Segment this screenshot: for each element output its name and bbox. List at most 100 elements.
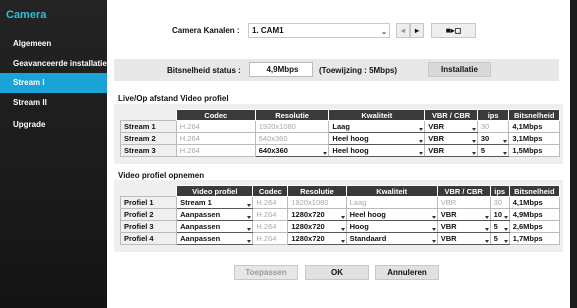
video-profile-select[interactable]: Stream 1	[176, 196, 254, 209]
mode-select[interactable]: VBR	[424, 132, 478, 145]
header-vbr-cbr: VBR / CBR	[424, 109, 478, 121]
codec-cell: H.264	[252, 196, 289, 209]
profile-name: Profiel 3	[119, 220, 178, 233]
quality-select[interactable]: Hoog	[345, 220, 438, 233]
sidebar-item-stream-1[interactable]: Stream I	[0, 73, 107, 93]
sidebar-item-geavanceerde-installatie[interactable]: Geavanceerde installatie	[0, 54, 107, 74]
camera-channel-value: 1. CAM1	[252, 26, 284, 35]
video-profile-select[interactable]: Aanpassen	[176, 232, 254, 245]
ips-select[interactable]: 10	[489, 208, 510, 221]
codec-cell: H.264	[175, 120, 256, 133]
next-channel-button[interactable]: ▸	[410, 23, 424, 38]
bitrate-status-value: 4,9Mbps	[249, 62, 313, 77]
sidebar-item-stream-2[interactable]: Stream II	[0, 93, 107, 113]
sidebar-item-algemeen[interactable]: Algemeen	[0, 34, 107, 54]
bitrate-cell: 1,5Mbps	[508, 144, 560, 157]
header-ips: ips	[476, 109, 510, 121]
copy-settings-button[interactable]: ■▸◻	[431, 23, 476, 38]
resolution-select[interactable]: 1280x720	[287, 232, 347, 245]
ok-button[interactable]: OK	[305, 265, 369, 280]
table-header-row: Codec Resolutie Kwaliteit VBR / CBR ips …	[121, 109, 560, 121]
header-ips: ips	[489, 185, 510, 197]
copy-icon: ■▸◻	[445, 26, 462, 35]
profile-name: Profiel 1	[119, 196, 178, 209]
apply-button[interactable]: Toepassen	[234, 265, 298, 280]
camera-channel-label: Camera Kanalen :	[172, 26, 240, 35]
quality-select[interactable]: Laag	[328, 120, 426, 133]
header-codec: Codec	[252, 185, 289, 197]
resolution-select[interactable]: 640x360	[254, 144, 330, 157]
prev-channel-button[interactable]: ◂	[396, 23, 410, 38]
right-edge-bar	[570, 0, 577, 308]
header-bitrate: Bitsnelheid	[508, 109, 560, 121]
quality-select[interactable]: Heel hoog	[328, 144, 426, 157]
table-row: Stream 1 H.264 1920x1080 Laag VBR 30 4,1…	[120, 120, 560, 133]
bitrate-status-label: Bitsnelheid status :	[167, 66, 241, 75]
quality-select[interactable]: Standaard	[345, 232, 438, 245]
codec-cell: H.264	[175, 144, 256, 157]
header-blank	[121, 186, 177, 197]
cancel-button[interactable]: Annuleren	[375, 265, 439, 280]
resolution-select[interactable]: 1280x720	[287, 220, 347, 233]
header-resolution: Resolutie	[287, 185, 347, 197]
resolution-select[interactable]: 1280x720	[287, 208, 347, 221]
table-row: Stream 2 H.264 640x360 Heel hoog VBR 30 …	[120, 132, 560, 145]
live-profile-table: Codec Resolutie Kwaliteit VBR / CBR ips …	[120, 109, 560, 157]
header-quality: Kwaliteit	[328, 109, 426, 121]
bitrate-cell: 4,1Mbps	[508, 196, 561, 209]
bitrate-value-text: 4,9Mbps	[266, 65, 299, 74]
table-row: Stream 3 H.264 640x360 Heel hoog VBR 5 1…	[120, 144, 560, 157]
bitrate-cell: 1,7Mbps	[508, 232, 561, 245]
camera-channel-select[interactable]: 1. CAM1 ⌄	[248, 23, 390, 38]
sidebar: Camera Algemeen Geavanceerde installatie…	[0, 0, 107, 308]
mode-select[interactable]: VBR	[424, 144, 478, 157]
next-icon: ▸	[414, 26, 419, 35]
video-profile-select[interactable]: Aanpassen	[176, 220, 254, 233]
sidebar-item-upgrade[interactable]: Upgrade	[0, 115, 107, 135]
bitrate-cell: 3,1Mbps	[508, 132, 560, 145]
quality-cell: Laag	[345, 196, 438, 209]
mode-select[interactable]: VBR	[436, 208, 491, 221]
header-video-profile: Video profiel	[176, 185, 254, 197]
table-row: Profiel 2 Aanpassen H.264 1280x720 Heel …	[119, 208, 561, 221]
bitrate-cell: 2,6Mbps	[508, 220, 561, 233]
codec-cell: H.264	[175, 132, 256, 145]
table-header-row: Video profiel Codec Resolutie Kwaliteit …	[121, 185, 561, 197]
mode-select[interactable]: VBR	[436, 232, 491, 245]
ips-select[interactable]: 5	[489, 232, 510, 245]
ips-cell: 30	[476, 120, 510, 133]
bitrate-cell: 4,1Mbps	[508, 120, 560, 133]
codec-cell: H.264	[252, 208, 289, 221]
install-button[interactable]: Installatie	[428, 62, 491, 77]
chevron-down-icon: ⌄	[381, 29, 387, 36]
table-row: Profiel 1 Stream 1 H.264 1920x1080 Laag …	[119, 196, 561, 209]
bitrate-status-bar: Bitsnelheid status : 4,9Mbps (Toewijzing…	[114, 59, 559, 81]
quality-select[interactable]: Heel hoog	[328, 132, 426, 145]
codec-cell: H.264	[252, 232, 289, 245]
ips-select[interactable]: 5	[476, 144, 510, 157]
resolution-cell: 1920x1080	[287, 196, 347, 209]
camera-channel-row: Camera Kanalen : 1. CAM1 ⌄ ◂ ▸ ■▸◻	[107, 23, 570, 39]
video-profile-select[interactable]: Aanpassen	[176, 208, 254, 221]
quality-select[interactable]: Heel hoog	[345, 208, 438, 221]
bitrate-allocation: (Toewijzing : 5Mbps)	[319, 66, 398, 75]
codec-cell: H.264	[252, 220, 289, 233]
sidebar-title: Camera	[6, 9, 47, 21]
content-panel: Camera Kanalen : 1. CAM1 ⌄ ◂ ▸ ■▸◻ Bitsn…	[107, 0, 570, 308]
mode-select[interactable]: VBR	[436, 220, 491, 233]
header-bitrate: Bitsnelheid	[508, 185, 561, 197]
header-resolution: Resolutie	[254, 109, 330, 121]
resolution-cell: 640x360	[254, 132, 330, 145]
table-row: Profiel 3 Aanpassen H.264 1280x720 Hoog …	[119, 220, 561, 233]
ips-select[interactable]: 30	[476, 132, 510, 145]
header-blank	[121, 110, 177, 121]
header-codec: Codec	[175, 109, 256, 121]
table-row: Profiel 4 Aanpassen H.264 1280x720 Stand…	[119, 232, 561, 245]
prev-icon: ◂	[400, 26, 405, 35]
record-profile-title: Video profiel opnemen	[118, 171, 205, 180]
mode-select[interactable]: VBR	[424, 120, 478, 133]
live-profile-title: Live/Op afstand Video profiel	[118, 94, 229, 103]
stream-name: Stream 3	[120, 144, 177, 157]
ips-select[interactable]: 5	[489, 220, 510, 233]
resolution-cell: 1920x1080	[254, 120, 330, 133]
